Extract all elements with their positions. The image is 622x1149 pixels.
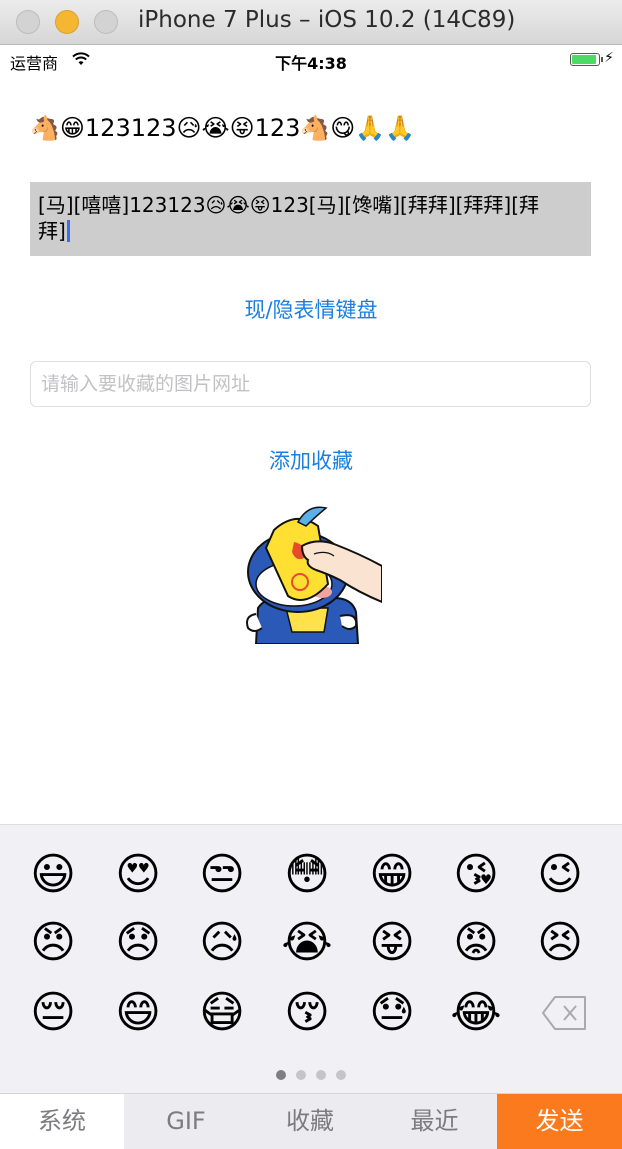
emoji-key[interactable]: 😃 bbox=[18, 845, 88, 905]
emoji-text-content: [马][嘻嘻]123123😥😭😝123[马][馋嘴][拜拜][拜拜][拜拜] bbox=[38, 193, 540, 243]
page-dot bbox=[316, 1070, 326, 1080]
page-dot bbox=[276, 1070, 286, 1080]
emoji-text-view[interactable]: [马][嘻嘻]123123😥😭😝123[马][馋嘴][拜拜][拜拜][拜拜] bbox=[30, 182, 591, 256]
delete-key[interactable] bbox=[541, 993, 589, 1033]
send-button[interactable]: 发送 bbox=[497, 1094, 622, 1149]
image-url-input[interactable] bbox=[30, 361, 591, 407]
emoji-key[interactable]: 😠 bbox=[18, 913, 88, 973]
emoji-key[interactable]: 😒 bbox=[187, 845, 257, 905]
close-window-button[interactable] bbox=[16, 10, 40, 34]
charging-icon: ⚡ bbox=[604, 50, 614, 66]
backspace-icon bbox=[542, 996, 586, 1030]
emoji-key[interactable]: 😔 bbox=[18, 983, 88, 1043]
emoji-key[interactable]: 😳 bbox=[272, 845, 342, 905]
emoji-key[interactable]: 😷 bbox=[187, 983, 257, 1043]
toggle-emoji-keyboard-button[interactable]: 现/隐表情键盘 bbox=[0, 294, 622, 324]
emoji-tab-bar: 系统 GIF 收藏 最近 发送 bbox=[0, 1093, 622, 1149]
page-indicator[interactable] bbox=[0, 1065, 622, 1084]
status-time: 下午4:38 bbox=[275, 54, 347, 73]
add-favorite-button[interactable]: 添加收藏 bbox=[0, 445, 622, 475]
window-title: iPhone 7 Plus – iOS 10.2 (14C89) bbox=[138, 7, 516, 33]
emoji-key[interactable]: 😝 bbox=[357, 913, 427, 973]
emoji-key[interactable]: 😥 bbox=[187, 913, 257, 973]
emoji-key[interactable]: 😘 bbox=[441, 845, 511, 905]
emoji-key[interactable]: 😚 bbox=[272, 983, 342, 1043]
rendered-emoji-label: 🐴😁123123😥😭😝123🐴😋🙏🙏 bbox=[30, 114, 416, 142]
tab-favorites[interactable]: 收藏 bbox=[248, 1094, 372, 1149]
battery-icon bbox=[570, 53, 603, 66]
tab-system[interactable]: 系统 bbox=[0, 1094, 124, 1149]
emoji-key[interactable]: 😞 bbox=[103, 913, 173, 973]
status-bar: 运营商 下午4:38 ⚡ bbox=[0, 45, 622, 75]
page-dot bbox=[296, 1070, 306, 1080]
emoji-key[interactable]: 😡 bbox=[441, 913, 511, 973]
emoji-key[interactable]: 😄 bbox=[103, 983, 173, 1043]
emoji-keyboard: 😃 😍 😒 😳 😁 😘 😉 😠 😞 😥 😭 😝 😡 😣 😔 😄 😷 😚 😓 😂 bbox=[0, 824, 622, 1094]
tab-gif[interactable]: GIF bbox=[124, 1094, 248, 1149]
emoji-key[interactable]: 😉 bbox=[525, 845, 595, 905]
emoji-key[interactable]: 😭 bbox=[272, 913, 342, 973]
text-cursor bbox=[66, 220, 70, 242]
favorite-sticker-image bbox=[236, 504, 383, 645]
emoji-key[interactable]: 😁 bbox=[357, 845, 427, 905]
emoji-key[interactable]: 😣 bbox=[525, 913, 595, 973]
tab-recent[interactable]: 最近 bbox=[372, 1094, 497, 1149]
zoom-window-button[interactable] bbox=[94, 10, 118, 34]
simulator-window: iPhone 7 Plus – iOS 10.2 (14C89) 运营商 下午4… bbox=[0, 0, 622, 1149]
page-dot bbox=[336, 1070, 346, 1080]
emoji-key[interactable]: 😂 bbox=[441, 983, 511, 1043]
title-bar: iPhone 7 Plus – iOS 10.2 (14C89) bbox=[0, 0, 622, 45]
emoji-key[interactable]: 😓 bbox=[357, 983, 427, 1043]
emoji-key[interactable]: 😍 bbox=[103, 845, 173, 905]
minimize-window-button[interactable] bbox=[55, 10, 79, 34]
